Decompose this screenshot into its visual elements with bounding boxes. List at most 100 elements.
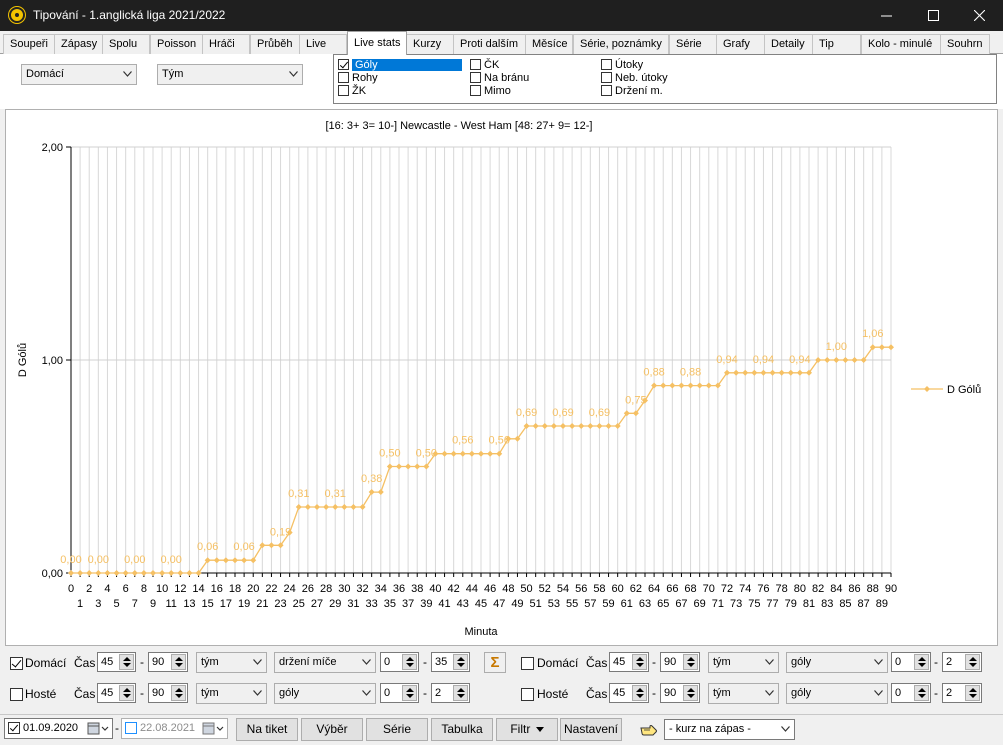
tab-proti-dalsim[interactable]: Proti dalším (453, 34, 526, 54)
tab-hraci[interactable]: Hráči (202, 34, 250, 54)
settings-button[interactable]: Nastavení (560, 718, 622, 741)
checkbox-goly[interactable] (338, 59, 349, 70)
select-button[interactable]: Výběr (301, 718, 363, 741)
series-button[interactable]: Série (366, 718, 428, 741)
calendar-icon[interactable] (202, 721, 224, 736)
x-tick-label: 51 (530, 598, 542, 610)
right-hoste-min-spinner[interactable]: 0 (891, 683, 931, 703)
tab-kurzy[interactable]: Kurzy (406, 34, 454, 54)
spin-buttons[interactable] (402, 685, 417, 701)
tab-serie[interactable]: Série (669, 34, 717, 54)
tab-souhrn[interactable]: Souhrn (940, 34, 990, 54)
spin-buttons[interactable] (965, 685, 980, 701)
tab-tip[interactable]: Tip (812, 34, 861, 54)
tab-prubeh[interactable]: Průběh (250, 34, 300, 54)
side-dropdown[interactable]: Domácí (21, 64, 137, 85)
filter-button[interactable]: Filtr (496, 718, 558, 741)
left-hoste-stat-dropdown[interactable]: góly (274, 683, 376, 704)
tab-poisson[interactable]: Poisson (150, 34, 203, 54)
tab-live-stats[interactable]: Live stats (347, 31, 407, 55)
checkbox-rohy[interactable] (338, 72, 349, 83)
sum-button[interactable]: Σ (484, 652, 506, 673)
spin-buttons[interactable] (965, 654, 980, 670)
right-domaci-grp-dropdown[interactable]: tým (708, 652, 779, 673)
checkbox-neb-utoky[interactable] (601, 72, 612, 83)
spin-buttons[interactable] (171, 654, 186, 670)
title-bar[interactable]: Tipování - 1.anglická liga 2021/2022 (0, 0, 1003, 31)
tab-spolu[interactable]: Spolu (102, 34, 150, 54)
date-from-picker[interactable]: 01.09.2020 (4, 718, 113, 739)
checkbox-mimo[interactable] (470, 85, 481, 96)
right-domaci-from-spinner[interactable]: 45 (609, 652, 649, 672)
date-from-checkbox[interactable] (8, 722, 20, 734)
checkbox-ck[interactable] (470, 59, 481, 70)
spin-buttons[interactable] (453, 654, 468, 670)
checkbox-drzeni[interactable] (601, 85, 612, 96)
data-point (669, 382, 676, 389)
x-tick-label: 8 (141, 583, 147, 595)
tab-detaily[interactable]: Detaily (764, 34, 813, 54)
right-domaci-min-spinner[interactable]: 0 (891, 652, 931, 672)
right-hoste-stat-dropdown[interactable]: góly (786, 683, 888, 704)
left-domaci-max-spinner[interactable]: 35 (431, 652, 470, 672)
chevron-down-icon (289, 71, 298, 77)
tab-kolo-minule[interactable]: Kolo - minulé (861, 34, 941, 54)
spin-buttons[interactable] (632, 654, 647, 670)
right-hoste-checkbox[interactable] (521, 688, 534, 701)
odds-dropdown[interactable]: - kurz na zápas - (664, 719, 795, 740)
left-hoste-checkbox[interactable] (10, 688, 23, 701)
left-domaci-stat-dropdown[interactable]: držení míče (274, 652, 376, 673)
data-label: 0,94 (716, 354, 737, 366)
tab-live[interactable]: Live (299, 34, 347, 54)
data-point (587, 423, 594, 430)
left-domaci-from-spinner[interactable]: 45 (97, 652, 136, 672)
data-point (332, 503, 339, 510)
right-domaci-checkbox[interactable] (521, 657, 534, 670)
left-hoste-to-spinner[interactable]: 90 (148, 683, 188, 703)
right-domaci-stat-dropdown[interactable]: góly (786, 652, 888, 673)
right-hoste-from-spinner[interactable]: 45 (609, 683, 649, 703)
right-hoste-max-spinner[interactable]: 2 (942, 683, 982, 703)
maximize-button[interactable] (910, 0, 956, 31)
spin-buttons[interactable] (402, 654, 417, 670)
checkbox-zk[interactable] (338, 85, 349, 96)
x-tick-label: 24 (284, 583, 296, 595)
left-domaci-min-spinner[interactable]: 0 (380, 652, 419, 672)
right-hoste-grp-dropdown[interactable]: tým (708, 683, 779, 704)
left-hoste-max-spinner[interactable]: 2 (431, 683, 470, 703)
checkbox-na-branu[interactable] (470, 72, 481, 83)
left-hoste-min-spinner[interactable]: 0 (380, 683, 419, 703)
left-domaci-to-spinner[interactable]: 90 (148, 652, 188, 672)
right-domaci-to-spinner[interactable]: 90 (660, 652, 700, 672)
left-hoste-from-spinner[interactable]: 45 (97, 683, 136, 703)
spin-buttons[interactable] (119, 654, 134, 670)
spin-buttons[interactable] (683, 654, 698, 670)
spin-buttons[interactable] (171, 685, 186, 701)
tab-zapasy[interactable]: Zápasy (54, 34, 103, 54)
tab-serie-poznamky[interactable]: Série, poznámky (573, 34, 669, 54)
group-dropdown[interactable]: Tým (157, 64, 303, 85)
date-to-checkbox[interactable] (125, 722, 137, 734)
chevron-down-icon (874, 659, 883, 665)
tab-grafy[interactable]: Grafy (716, 34, 765, 54)
calendar-icon[interactable] (87, 721, 109, 736)
left-domaci-checkbox[interactable] (10, 657, 23, 670)
spin-buttons[interactable] (453, 685, 468, 701)
date-to-picker[interactable]: 22.08.2021 (121, 718, 228, 739)
spin-buttons[interactable] (914, 685, 929, 701)
add-to-ticket-button[interactable]: Na tiket (236, 718, 298, 741)
left-hoste-grp-dropdown[interactable]: tým (196, 683, 267, 704)
close-button[interactable] (956, 0, 1002, 31)
checkbox-utoky[interactable] (601, 59, 612, 70)
right-domaci-max-spinner[interactable]: 2 (942, 652, 982, 672)
spin-buttons[interactable] (632, 685, 647, 701)
spin-buttons[interactable] (119, 685, 134, 701)
right-hoste-to-spinner[interactable]: 90 (660, 683, 700, 703)
left-domaci-grp-dropdown[interactable]: tým (196, 652, 267, 673)
table-button[interactable]: Tabulka (431, 718, 493, 741)
tab-mesice[interactable]: Měsíce (525, 34, 573, 54)
spin-buttons[interactable] (683, 685, 698, 701)
spin-buttons[interactable] (914, 654, 929, 670)
tab-souperi[interactable]: Soupeři (3, 34, 55, 54)
minimize-button[interactable] (863, 0, 909, 31)
